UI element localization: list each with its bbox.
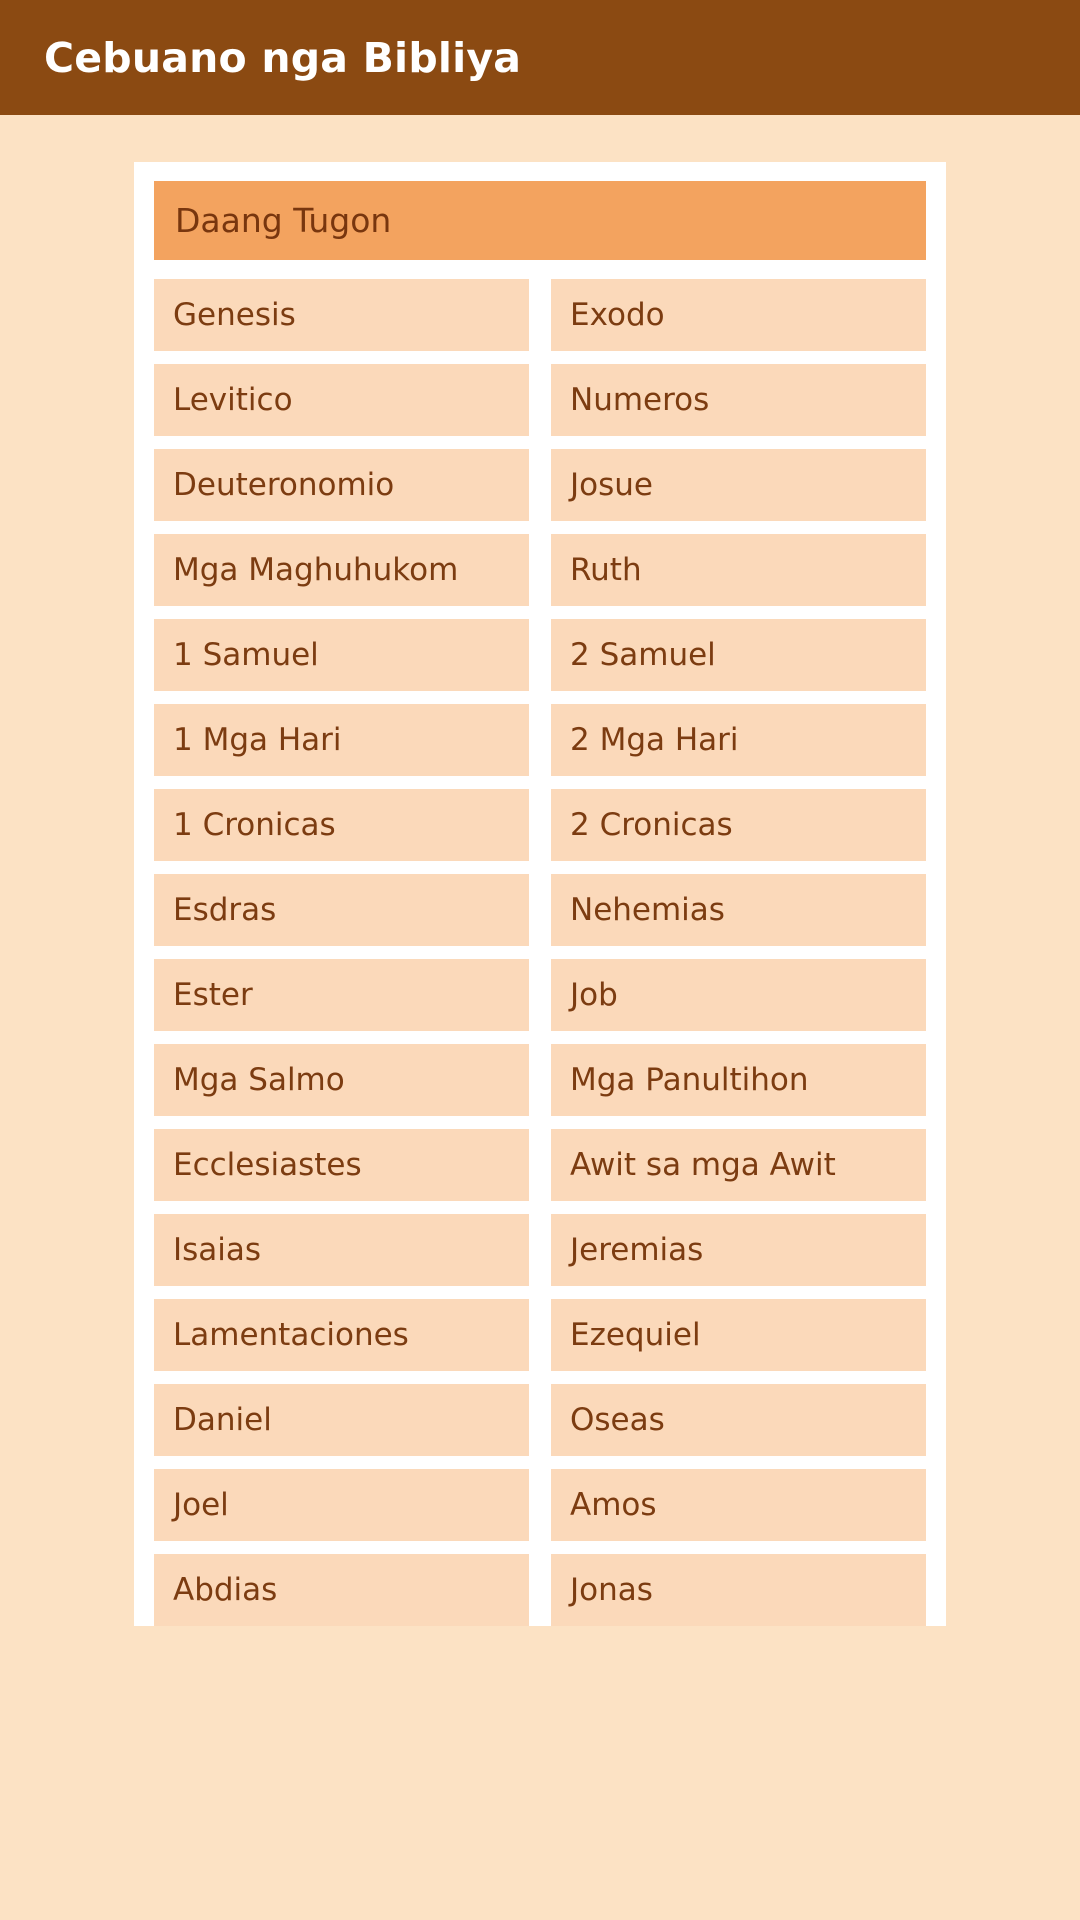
book-tile[interactable]: Esdras xyxy=(154,874,529,946)
book-tile[interactable]: Mga Salmo xyxy=(154,1044,529,1116)
book-tile[interactable]: Levitico xyxy=(154,364,529,436)
section-header-label: Daang Tugon xyxy=(175,201,392,240)
book-list-card: Daang Tugon Genesis Exodo Levitico Numeros D… xyxy=(134,162,946,1626)
book-tile-label: Abdias xyxy=(173,1571,278,1608)
book-tile-label: Esdras xyxy=(173,891,277,928)
book-tile-label: Nehemias xyxy=(570,891,725,928)
book-tile[interactable]: Lamentaciones xyxy=(154,1299,529,1371)
page-title: Cebuano nga Bibliya xyxy=(44,33,522,82)
book-tile-label: Mga Salmo xyxy=(173,1061,345,1098)
book-tile-label: Levitico xyxy=(173,381,293,418)
book-tile[interactable]: 1 Cronicas xyxy=(154,789,529,861)
book-tile-label: Josue xyxy=(570,466,653,503)
book-tile-label: 2 Samuel xyxy=(570,636,716,673)
book-tile-label: Amos xyxy=(570,1486,657,1523)
book-tile-label: 1 Cronicas xyxy=(173,806,336,843)
page-body: Daang Tugon Genesis Exodo Levitico Numeros D… xyxy=(0,115,1080,1920)
book-tile[interactable]: Awit sa mga Awit xyxy=(551,1129,926,1201)
book-tile[interactable]: Jonas xyxy=(551,1554,926,1626)
book-tile-label: 2 Mga Hari xyxy=(570,721,739,758)
book-tile[interactable]: Genesis xyxy=(154,279,529,351)
book-tile[interactable]: Isaias xyxy=(154,1214,529,1286)
book-tile-label: Mga Panultihon xyxy=(570,1061,809,1098)
book-tile[interactable]: Joel xyxy=(154,1469,529,1541)
app-header: Cebuano nga Bibliya xyxy=(0,0,1080,115)
book-tile[interactable]: Ruth xyxy=(551,534,926,606)
book-tile-label: Ester xyxy=(173,976,253,1013)
book-tile[interactable]: 1 Mga Hari xyxy=(154,704,529,776)
book-tile[interactable]: Daniel xyxy=(154,1384,529,1456)
book-tile-label: Jeremias xyxy=(570,1231,704,1268)
book-tile[interactable]: Josue xyxy=(551,449,926,521)
section-header-daang-tugon[interactable]: Daang Tugon xyxy=(154,181,926,260)
book-tile[interactable]: Ester xyxy=(154,959,529,1031)
book-tile[interactable]: 2 Samuel xyxy=(551,619,926,691)
book-tile[interactable]: Mga Maghuhukom xyxy=(154,534,529,606)
book-tile[interactable]: Oseas xyxy=(551,1384,926,1456)
book-tile[interactable]: Exodo xyxy=(551,279,926,351)
book-tile-label: Ruth xyxy=(570,551,642,588)
book-tile[interactable]: Mga Panultihon xyxy=(551,1044,926,1116)
book-tile[interactable]: Amos xyxy=(551,1469,926,1541)
book-tile[interactable]: 2 Mga Hari xyxy=(551,704,926,776)
book-tile[interactable]: 1 Samuel xyxy=(154,619,529,691)
book-tile-label: 1 Mga Hari xyxy=(173,721,342,758)
book-tile-label: Lamentaciones xyxy=(173,1316,409,1353)
book-tile-label: Daniel xyxy=(173,1401,272,1438)
book-tile-label: Exodo xyxy=(570,296,665,333)
book-tile-label: Joel xyxy=(173,1486,229,1523)
book-tile-label: Numeros xyxy=(570,381,710,418)
book-tile[interactable]: 2 Cronicas xyxy=(551,789,926,861)
book-tile-label: Job xyxy=(570,976,618,1013)
book-tile[interactable]: Job xyxy=(551,959,926,1031)
book-tile[interactable]: Numeros xyxy=(551,364,926,436)
book-grid: Genesis Exodo Levitico Numeros Deuteronomio J… xyxy=(154,279,926,1626)
book-tile-label: Jonas xyxy=(570,1571,653,1608)
book-tile[interactable]: Nehemias xyxy=(551,874,926,946)
book-tile-label: Isaias xyxy=(173,1231,262,1268)
book-tile[interactable]: Abdias xyxy=(154,1554,529,1626)
book-tile[interactable]: Jeremias xyxy=(551,1214,926,1286)
book-tile[interactable]: Ecclesiastes xyxy=(154,1129,529,1201)
book-tile-label: Deuteronomio xyxy=(173,466,395,503)
book-tile[interactable]: Deuteronomio xyxy=(154,449,529,521)
book-tile-label: 2 Cronicas xyxy=(570,806,733,843)
book-tile-label: Mga Maghuhukom xyxy=(173,551,459,588)
book-tile-label: Oseas xyxy=(570,1401,665,1438)
book-tile[interactable]: Ezequiel xyxy=(551,1299,926,1371)
book-tile-label: Ecclesiastes xyxy=(173,1146,362,1183)
book-tile-label: Awit sa mga Awit xyxy=(570,1146,836,1183)
book-tile-label: 1 Samuel xyxy=(173,636,319,673)
book-tile-label: Genesis xyxy=(173,296,296,333)
book-tile-label: Ezequiel xyxy=(570,1316,701,1353)
